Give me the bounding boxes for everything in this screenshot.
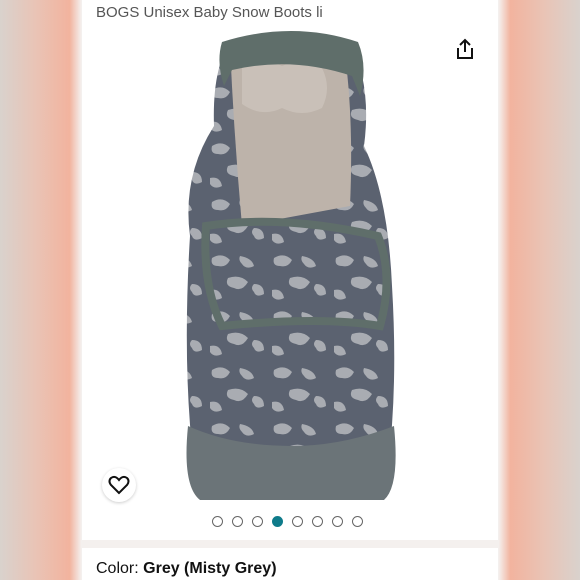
- gallery-dot-8[interactable]: [352, 516, 363, 527]
- color-value: Grey (Misty Grey): [143, 560, 277, 577]
- wishlist-button[interactable]: [102, 468, 136, 502]
- share-icon: [457, 38, 473, 59]
- gallery-dot-6[interactable]: [312, 516, 323, 527]
- gallery-dot-4-active[interactable]: [272, 516, 283, 527]
- boot-image: [186, 31, 396, 500]
- product-image[interactable]: [82, 26, 498, 510]
- gallery-pagination: [212, 516, 363, 527]
- product-title: BOGS Unisex Baby Snow Boots li: [96, 4, 323, 21]
- section-divider: [82, 540, 498, 548]
- gallery-dot-7[interactable]: [332, 516, 343, 527]
- gallery-dot-1[interactable]: [212, 516, 223, 527]
- share-button[interactable]: [450, 34, 480, 64]
- gallery-dot-2[interactable]: [232, 516, 243, 527]
- heart-icon: [108, 475, 130, 495]
- gallery-dot-5[interactable]: [292, 516, 303, 527]
- gallery-dot-3[interactable]: [252, 516, 263, 527]
- color-label: Color:: [96, 560, 139, 577]
- product-card: BOGS Unisex Baby Snow Boots li Color: Gr…: [82, 0, 498, 580]
- color-selection: Color: Grey (Misty Grey): [96, 560, 277, 578]
